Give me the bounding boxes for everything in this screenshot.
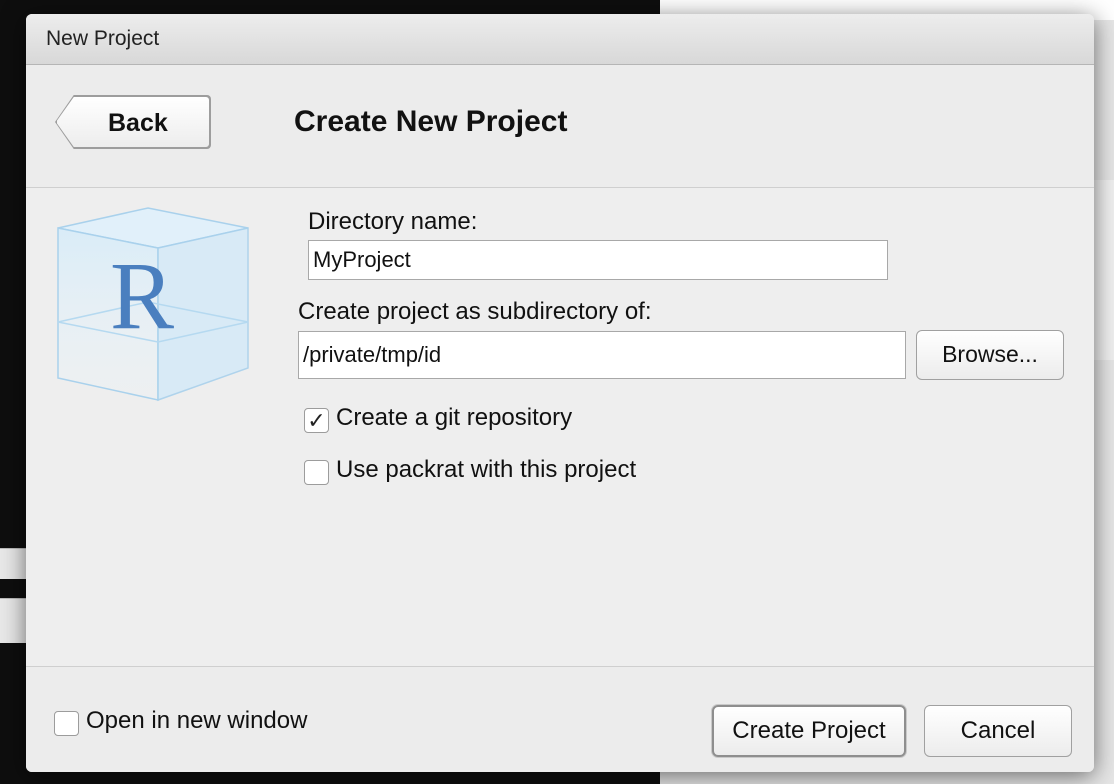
new-project-dialog: New Project Back Create New Project R Di… <box>26 14 1094 772</box>
cancel-button[interactable]: Cancel <box>924 705 1072 757</box>
open-new-window-label[interactable]: Open in new window <box>86 707 307 735</box>
packrat-checkbox[interactable] <box>304 460 329 485</box>
r-logo-letter: R <box>110 242 174 349</box>
packrat-checkbox-label[interactable]: Use packrat with this project <box>336 456 636 484</box>
dialog-title: New Project <box>46 27 160 50</box>
dialog-body: R Directory name: Create project as subd… <box>26 188 1094 666</box>
create-project-button[interactable]: Create Project <box>712 705 906 757</box>
background-right-pane <box>1094 180 1114 360</box>
check-icon: ✓ <box>307 408 326 433</box>
git-checkbox[interactable]: ✓ <box>304 408 329 433</box>
subdirectory-input[interactable] <box>298 331 906 379</box>
dialog-titlebar: New Project <box>26 14 1094 65</box>
r-logo-icon: R <box>57 207 249 402</box>
page-title: Create New Project <box>294 105 568 138</box>
subdirectory-label: Create project as subdirectory of: <box>298 298 652 325</box>
dialog-footer: Open in new window Create Project Cancel <box>26 666 1094 772</box>
browse-button[interactable]: Browse... <box>916 330 1064 380</box>
git-checkbox-label[interactable]: Create a git repository <box>336 404 572 432</box>
directory-name-input[interactable] <box>308 240 888 280</box>
dialog-header: Back Create New Project <box>26 65 1094 188</box>
directory-name-label: Directory name: <box>308 208 478 235</box>
back-button-label[interactable]: Back <box>108 109 168 138</box>
open-new-window-checkbox[interactable] <box>54 711 79 736</box>
